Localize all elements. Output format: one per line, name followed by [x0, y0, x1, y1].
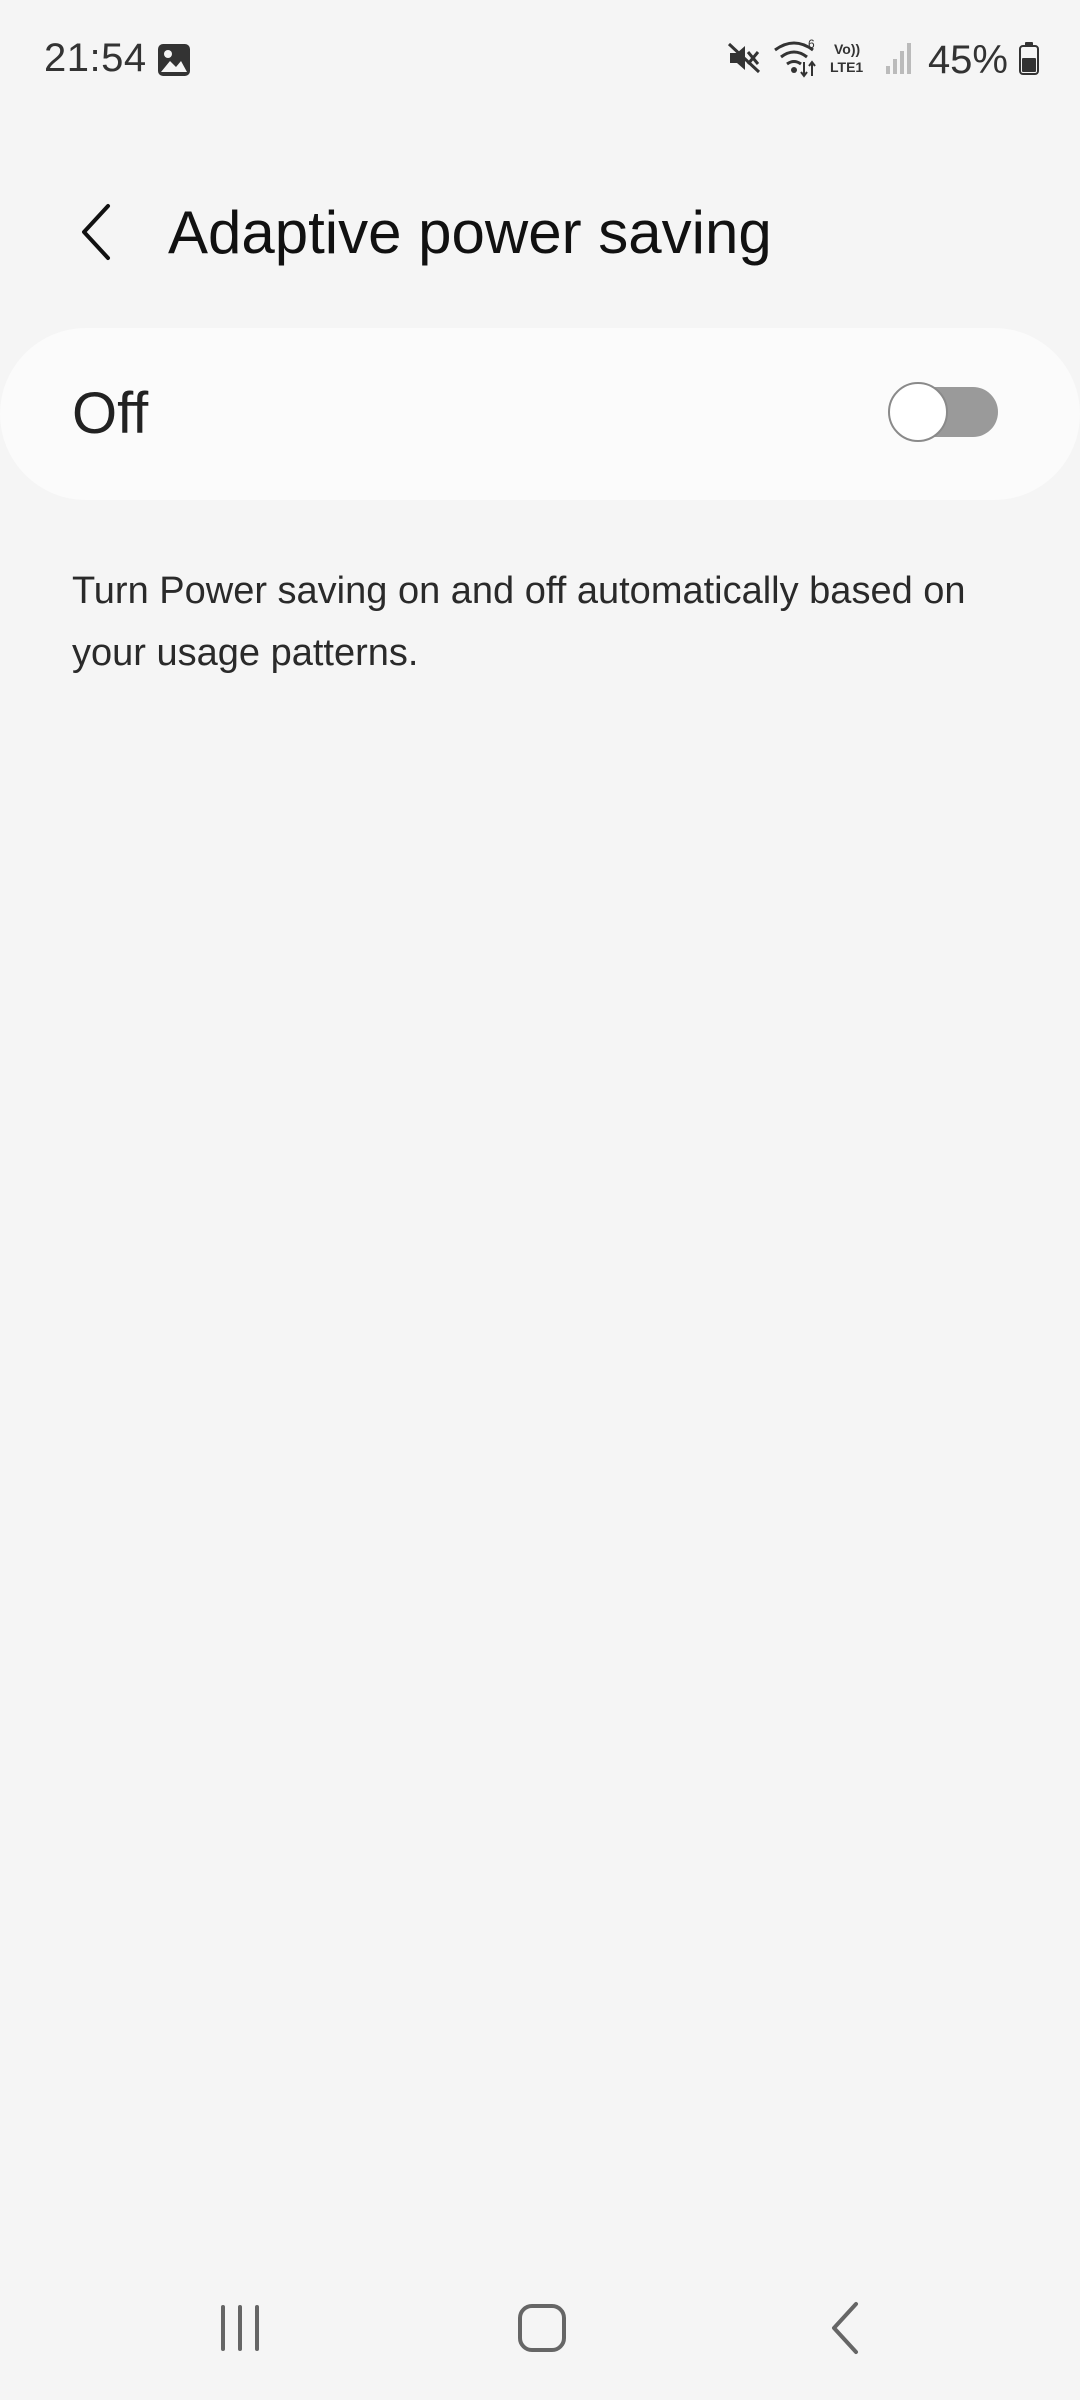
master-toggle-label: Off: [72, 381, 149, 446]
home-button[interactable]: [482, 2280, 602, 2380]
feature-description: Turn Power saving on and off automatical…: [72, 570, 966, 674]
nav-back-button[interactable]: [786, 2280, 906, 2380]
switch-thumb: [888, 382, 948, 442]
recents-icon: [215, 2303, 265, 2358]
wifi-icon: 6: [772, 37, 818, 83]
svg-text:LTE1: LTE1: [830, 59, 863, 75]
navigation-bar: [0, 2260, 1080, 2400]
back-button[interactable]: [56, 194, 136, 274]
battery-icon: [1018, 40, 1040, 81]
recents-button[interactable]: [180, 2280, 300, 2380]
screen: 21:54 6 Vo)) LTE1 45% Adaptive power sav…: [0, 0, 1080, 2400]
svg-text:6: 6: [808, 38, 815, 51]
volte-lte-icon: Vo)) LTE1: [828, 38, 874, 83]
svg-text:Vo)): Vo)): [834, 41, 860, 57]
header: Adaptive power saving: [0, 170, 1080, 300]
battery-percent: 45%: [927, 37, 1008, 82]
status-time: 21:54: [44, 36, 147, 80]
status-bar: 21:54 6 Vo)) LTE1 45%: [0, 0, 1080, 120]
back-icon: [826, 2300, 866, 2361]
mute-icon: [726, 40, 762, 81]
gallery-icon: [156, 42, 192, 78]
page-title: Adaptive power saving: [168, 199, 772, 266]
chevron-left-icon: [76, 202, 116, 267]
master-toggle-row[interactable]: Off: [0, 328, 1080, 500]
status-icons: 6 Vo)) LTE1 45%: [726, 36, 1040, 84]
signal-icon: [884, 40, 914, 81]
master-toggle-switch[interactable]: [888, 382, 998, 442]
home-icon: [516, 2302, 568, 2359]
